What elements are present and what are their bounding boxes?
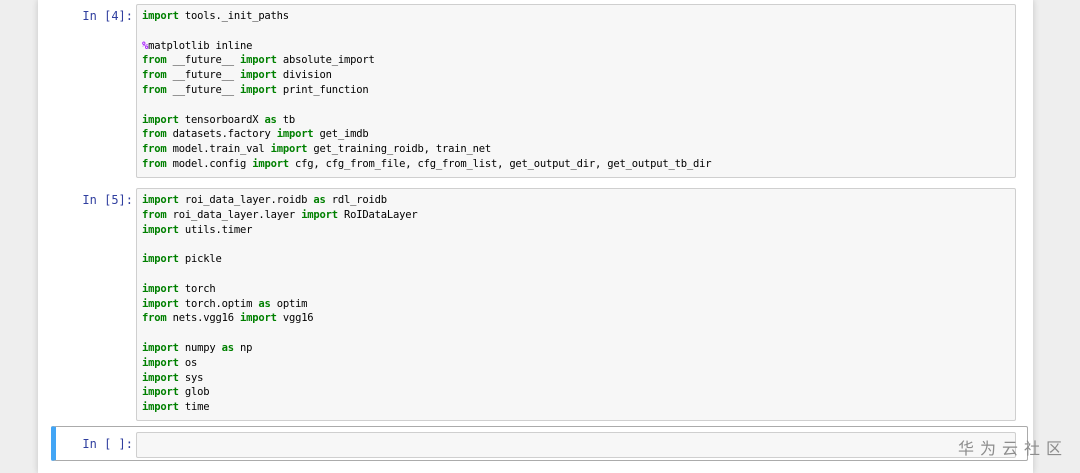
text-token: roi_data_layer.roidb bbox=[178, 194, 314, 206]
code-line: from model.train_val import get_training… bbox=[142, 143, 491, 155]
code-line: from nets.vgg16 import vgg16 bbox=[142, 312, 314, 325]
code-line: import time bbox=[142, 401, 210, 414]
code-line: import torch bbox=[142, 282, 216, 295]
code-line: import tools._init_paths bbox=[142, 10, 289, 22]
text-token: get_training_roidb, train_net bbox=[307, 143, 491, 156]
text-token: tensorboardX bbox=[178, 113, 265, 126]
keyword-token: from bbox=[142, 157, 167, 170]
text-token: absolute_import bbox=[276, 54, 375, 67]
keyword-token: import bbox=[301, 208, 338, 221]
keyword-token: import bbox=[239, 312, 277, 325]
watermark: 华为云社区 bbox=[957, 439, 1068, 458]
keyword-token: import bbox=[142, 282, 179, 295]
code-line: import sys bbox=[142, 372, 203, 384]
text-token: glob bbox=[178, 386, 210, 399]
text-token: np bbox=[233, 341, 253, 354]
keyword-token: import bbox=[142, 386, 179, 399]
text-token: pickle bbox=[178, 253, 222, 266]
text-token: RoIDataLayer bbox=[337, 208, 418, 221]
keyword-token: as bbox=[313, 194, 326, 206]
text-token: print_function bbox=[276, 83, 369, 96]
keyword-token: import bbox=[142, 10, 179, 22]
text-token: tools._init_paths bbox=[178, 10, 289, 22]
keyword-token: from bbox=[142, 312, 167, 325]
text-token: time bbox=[178, 401, 210, 414]
text-token: os bbox=[178, 356, 198, 369]
text-token: tb bbox=[276, 113, 296, 126]
code-line: import numpy as np bbox=[142, 342, 252, 354]
code-line: import roi_data_layer.roidb as rdl_roidb bbox=[142, 194, 387, 206]
input-prompt: In [ ]: bbox=[82, 437, 133, 451]
code-editor[interactable]: import tools._init_paths %matplotlib inl… bbox=[137, 5, 1015, 176]
text-token: model.train_val bbox=[166, 143, 271, 156]
code-line: import utils.timer bbox=[142, 224, 252, 236]
text-token: vgg16 bbox=[276, 312, 314, 325]
text-token: division bbox=[276, 69, 332, 82]
text-token: __future__ bbox=[166, 54, 240, 67]
keyword-token: import bbox=[142, 194, 179, 206]
keyword-token: as bbox=[221, 341, 234, 354]
text-token: roi_data_layer.layer bbox=[166, 208, 302, 221]
keyword-token: from bbox=[142, 143, 167, 156]
text-token: cfg, cfg_from_file, cfg_from_list, get_o… bbox=[288, 157, 712, 170]
keyword-token: import bbox=[252, 157, 289, 170]
text-token: model.config bbox=[166, 157, 253, 170]
code-line: from __future__ import division bbox=[142, 69, 332, 81]
text-token: optim bbox=[270, 297, 308, 310]
code-editor[interactable] bbox=[137, 433, 1015, 441]
code-line: from __future__ import absolute_import bbox=[142, 54, 375, 66]
code-line: import torch.optim as optim bbox=[142, 297, 308, 310]
keyword-token: import bbox=[142, 253, 179, 266]
keyword-token: import bbox=[276, 128, 314, 141]
text-token: utils.timer bbox=[178, 223, 253, 236]
keyword-token: import bbox=[239, 69, 277, 82]
keyword-token: import bbox=[142, 113, 179, 126]
code-line: from model.config import cfg, cfg_from_f… bbox=[142, 157, 712, 170]
code-line: from datasets.factory import get_imdb bbox=[142, 128, 369, 140]
keyword-token: from bbox=[142, 208, 167, 221]
text-token: nets.vgg16 bbox=[166, 312, 240, 325]
keyword-token: import bbox=[142, 297, 179, 310]
input-prompt: In [5]: bbox=[82, 193, 133, 207]
keyword-token: import bbox=[142, 371, 179, 384]
code-input[interactable]: import tools._init_paths %matplotlib inl… bbox=[136, 4, 1016, 178]
text-token: sys bbox=[178, 371, 204, 384]
code-line: from __future__ import print_function bbox=[142, 84, 369, 96]
keyword-token: import bbox=[142, 341, 179, 354]
keyword-token: from bbox=[142, 69, 167, 82]
code-input[interactable]: import roi_data_layer.roidb as rdl_roidb… bbox=[136, 188, 1016, 421]
text-token: get_imdb bbox=[313, 128, 369, 141]
keyword-token: import bbox=[142, 401, 179, 414]
text-token: matplotlib inline bbox=[148, 39, 253, 52]
code-line: %matplotlib inline bbox=[142, 40, 252, 52]
keyword-token: as bbox=[258, 297, 271, 310]
text-token: rdl_roidb bbox=[325, 194, 387, 206]
input-prompt: In [4]: bbox=[82, 9, 133, 23]
notebook-container: In [4]: import tools._init_paths %matplo… bbox=[38, 0, 1033, 473]
text-token: __future__ bbox=[166, 83, 240, 96]
text-token: datasets.factory bbox=[166, 128, 277, 141]
code-line: import os bbox=[142, 357, 197, 369]
keyword-token: as bbox=[264, 113, 277, 126]
keyword-token: import bbox=[142, 223, 179, 236]
keyword-token: import bbox=[239, 54, 277, 67]
code-line: from roi_data_layer.layer import RoIData… bbox=[142, 209, 418, 221]
keyword-token: import bbox=[270, 143, 308, 156]
code-line: import tensorboardX as tb bbox=[142, 114, 295, 126]
code-line: import glob bbox=[142, 386, 210, 399]
text-token: torch.optim bbox=[178, 297, 259, 310]
code-editor[interactable]: import roi_data_layer.roidb as rdl_roidb… bbox=[137, 189, 1015, 419]
keyword-token: from bbox=[142, 83, 167, 96]
keyword-token: import bbox=[239, 83, 277, 96]
code-input-empty[interactable] bbox=[136, 432, 1016, 458]
code-line: import pickle bbox=[142, 253, 222, 265]
text-token: numpy bbox=[178, 341, 222, 354]
text-token: __future__ bbox=[166, 69, 240, 82]
keyword-token: from bbox=[142, 128, 167, 141]
text-token: torch bbox=[178, 282, 216, 295]
keyword-token: from bbox=[142, 54, 167, 67]
keyword-token: import bbox=[142, 356, 179, 369]
